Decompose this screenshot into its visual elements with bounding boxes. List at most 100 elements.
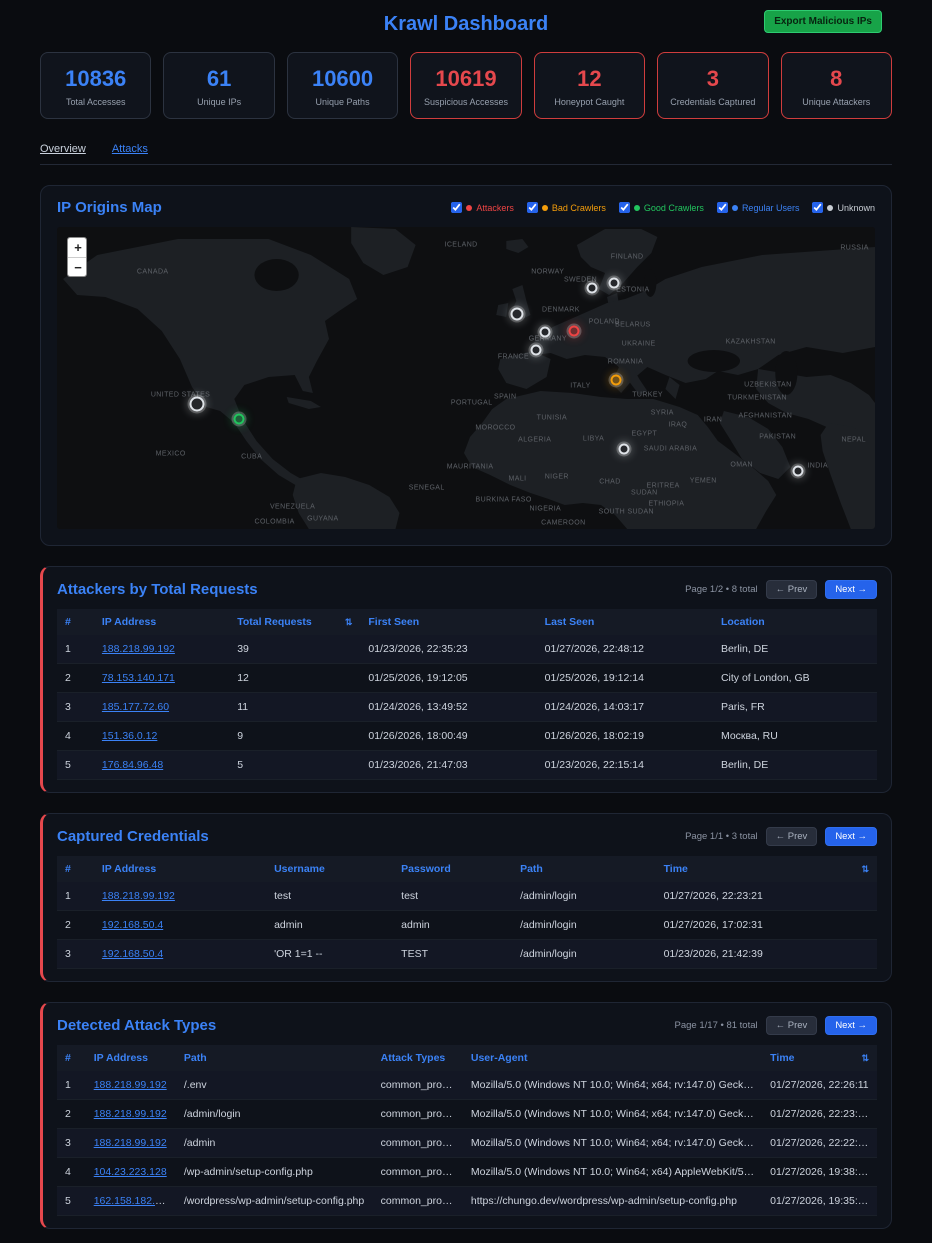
legend-label: Regular Users — [742, 203, 800, 213]
map-marker-attacker[interactable] — [568, 326, 579, 337]
cell-time: 01/27/2026, 19:35:33 — [762, 1187, 877, 1216]
map-country-label: UZBEKISTAN — [744, 381, 791, 388]
ip-address-link[interactable]: 104.23.223.128 — [94, 1166, 167, 1178]
cell-ip: 188.218.99.192 — [86, 1129, 176, 1158]
map-country-label: SAUDI ARABIA — [644, 445, 697, 452]
map-country-label: EGYPT — [631, 430, 657, 437]
map-marker-unknown[interactable] — [189, 396, 204, 411]
map-marker-unknown[interactable] — [618, 443, 629, 454]
map-country-label: BURKINA FASO — [476, 497, 532, 504]
sort-icon[interactable]: ⇅ — [861, 1053, 869, 1064]
legend-label: Bad Crawlers — [552, 203, 606, 213]
prev-button[interactable]: ← Prev — [766, 1016, 818, 1035]
map-country-label: KAZAKHSTAN — [726, 338, 776, 345]
table-row: 5176.84.96.48501/23/2026, 21:47:0301/23/… — [57, 751, 877, 780]
column-header-total-requests[interactable]: Total Requests⇅ — [229, 609, 360, 635]
legend-dot-icon — [732, 205, 738, 211]
map-country-label: PORTUGAL — [451, 400, 493, 407]
ip-address-link[interactable]: 188.218.99.192 — [102, 643, 175, 655]
map-country-label: AFGHANISTAN — [739, 413, 793, 420]
ip-address-link[interactable]: 188.218.99.192 — [94, 1137, 167, 1149]
table-header-row: #IP AddressUsernamePasswordPathTime⇅ — [57, 856, 877, 882]
credentials-section: Captured Credentials Page 1/1 • 3 total … — [40, 813, 892, 982]
ip-address-link[interactable]: 176.84.96.48 — [102, 759, 163, 771]
next-button[interactable]: Next → — [825, 827, 877, 846]
ip-address-link[interactable]: 192.168.50.4 — [102, 919, 163, 931]
stat-card-total-accesses: 10836 Total Accesses — [40, 52, 151, 119]
cell-path: /admin — [176, 1129, 373, 1158]
table-row: 2192.168.50.4adminadmin/admin/login01/27… — [57, 911, 877, 940]
map-marker-unknown[interactable] — [609, 277, 620, 288]
table-row: 1188.218.99.1923901/23/2026, 22:35:2301/… — [57, 635, 877, 664]
tab-overview[interactable]: Overview — [40, 143, 86, 155]
ip-address-link[interactable]: 188.218.99.192 — [94, 1079, 167, 1091]
cell-last_seen: 01/23/2026, 22:15:14 — [537, 751, 713, 780]
tab-attacks[interactable]: Attacks — [112, 143, 148, 155]
cell-time: 01/23/2026, 21:42:39 — [656, 940, 877, 969]
map-country-label: MEXICO — [156, 451, 186, 458]
stat-value: 12 — [539, 66, 640, 92]
cell-path: /admin/login — [512, 882, 656, 911]
cell-total: 39 — [229, 635, 360, 664]
export-malicious-ips-button[interactable]: Export Malicious IPs — [764, 10, 882, 33]
next-button[interactable]: Next → — [825, 580, 877, 599]
legend-dot-icon — [827, 205, 833, 211]
map-marker-unknown[interactable] — [531, 344, 542, 355]
cell-ip: 185.177.72.60 — [94, 693, 229, 722]
ip-address-link[interactable]: 78.153.140.171 — [102, 672, 175, 684]
cell-path: /admin/login — [512, 911, 656, 940]
cell-username: test — [266, 882, 393, 911]
column-header-username: Username — [266, 856, 393, 882]
ip-address-link[interactable]: 185.177.72.60 — [102, 701, 169, 713]
map[interactable]: + − — [57, 227, 875, 529]
cell-user_agent: Mozilla/5.0 (Windows NT 10.0; Win64; x64… — [463, 1158, 762, 1187]
cell-path: /admin/login — [176, 1100, 373, 1129]
table-row: 1188.218.99.192testtest/admin/login01/27… — [57, 882, 877, 911]
stat-label: Credentials Captured — [662, 97, 763, 107]
sort-icon[interactable]: ⇅ — [861, 864, 869, 875]
ip-address-link[interactable]: 192.168.50.4 — [102, 948, 163, 960]
ip-address-link[interactable]: 188.218.99.192 — [102, 890, 175, 902]
cell-ip: 188.218.99.192 — [94, 635, 229, 664]
legend-checkbox[interactable] — [451, 202, 462, 213]
legend-item-good-crawlers: Good Crawlers — [619, 202, 704, 213]
map-country-label: IRAQ — [669, 422, 688, 429]
prev-button[interactable]: ← Prev — [766, 580, 818, 599]
stat-label: Unique IPs — [168, 97, 269, 107]
table-row: 4151.36.0.12901/26/2026, 18:00:4901/26/2… — [57, 722, 877, 751]
legend-checkbox[interactable] — [717, 202, 728, 213]
cell-location: Москва, RU — [713, 722, 877, 751]
map-marker-bad[interactable] — [610, 375, 621, 386]
zoom-in-button[interactable]: + — [68, 238, 87, 257]
column-header-time[interactable]: Time⇅ — [762, 1045, 877, 1071]
legend-checkbox[interactable] — [619, 202, 630, 213]
table-row: 4104.23.223.128/wp-admin/setup-config.ph… — [57, 1158, 877, 1187]
legend-dot-icon — [634, 205, 640, 211]
column-header-path: Path — [176, 1045, 373, 1071]
ip-address-link[interactable]: 162.158.182.104 — [94, 1195, 173, 1207]
attackers-pagination: Page 1/2 • 8 total ← Prev Next → — [685, 580, 877, 599]
map-marker-good[interactable] — [233, 414, 244, 425]
ip-address-link[interactable]: 151.36.0.12 — [102, 730, 157, 742]
prev-button[interactable]: ← Prev — [766, 827, 818, 846]
map-marker-unknown[interactable] — [793, 466, 804, 477]
map-country-label: DENMARK — [542, 307, 580, 314]
stat-value: 61 — [168, 66, 269, 92]
ip-address-link[interactable]: 188.218.99.192 — [94, 1108, 167, 1120]
legend-checkbox[interactable] — [812, 202, 823, 213]
stat-value: 10619 — [415, 66, 516, 92]
column-header-time[interactable]: Time⇅ — [656, 856, 877, 882]
map-marker-unknown[interactable] — [586, 283, 597, 294]
map-country-label: LIBYA — [583, 436, 604, 443]
next-button[interactable]: Next → — [825, 1016, 877, 1035]
zoom-out-button[interactable]: − — [68, 257, 87, 276]
legend-checkbox[interactable] — [527, 202, 538, 213]
map-marker-unknown[interactable] — [510, 307, 523, 320]
map-country-label: OMAN — [730, 461, 753, 468]
sort-icon[interactable]: ⇅ — [345, 617, 353, 628]
cell-password: test — [393, 882, 512, 911]
cell-num: 5 — [57, 1187, 86, 1216]
legend-item-regular-users: Regular Users — [717, 202, 800, 213]
column-header--: # — [57, 609, 94, 635]
map-marker-unknown[interactable] — [540, 327, 551, 338]
